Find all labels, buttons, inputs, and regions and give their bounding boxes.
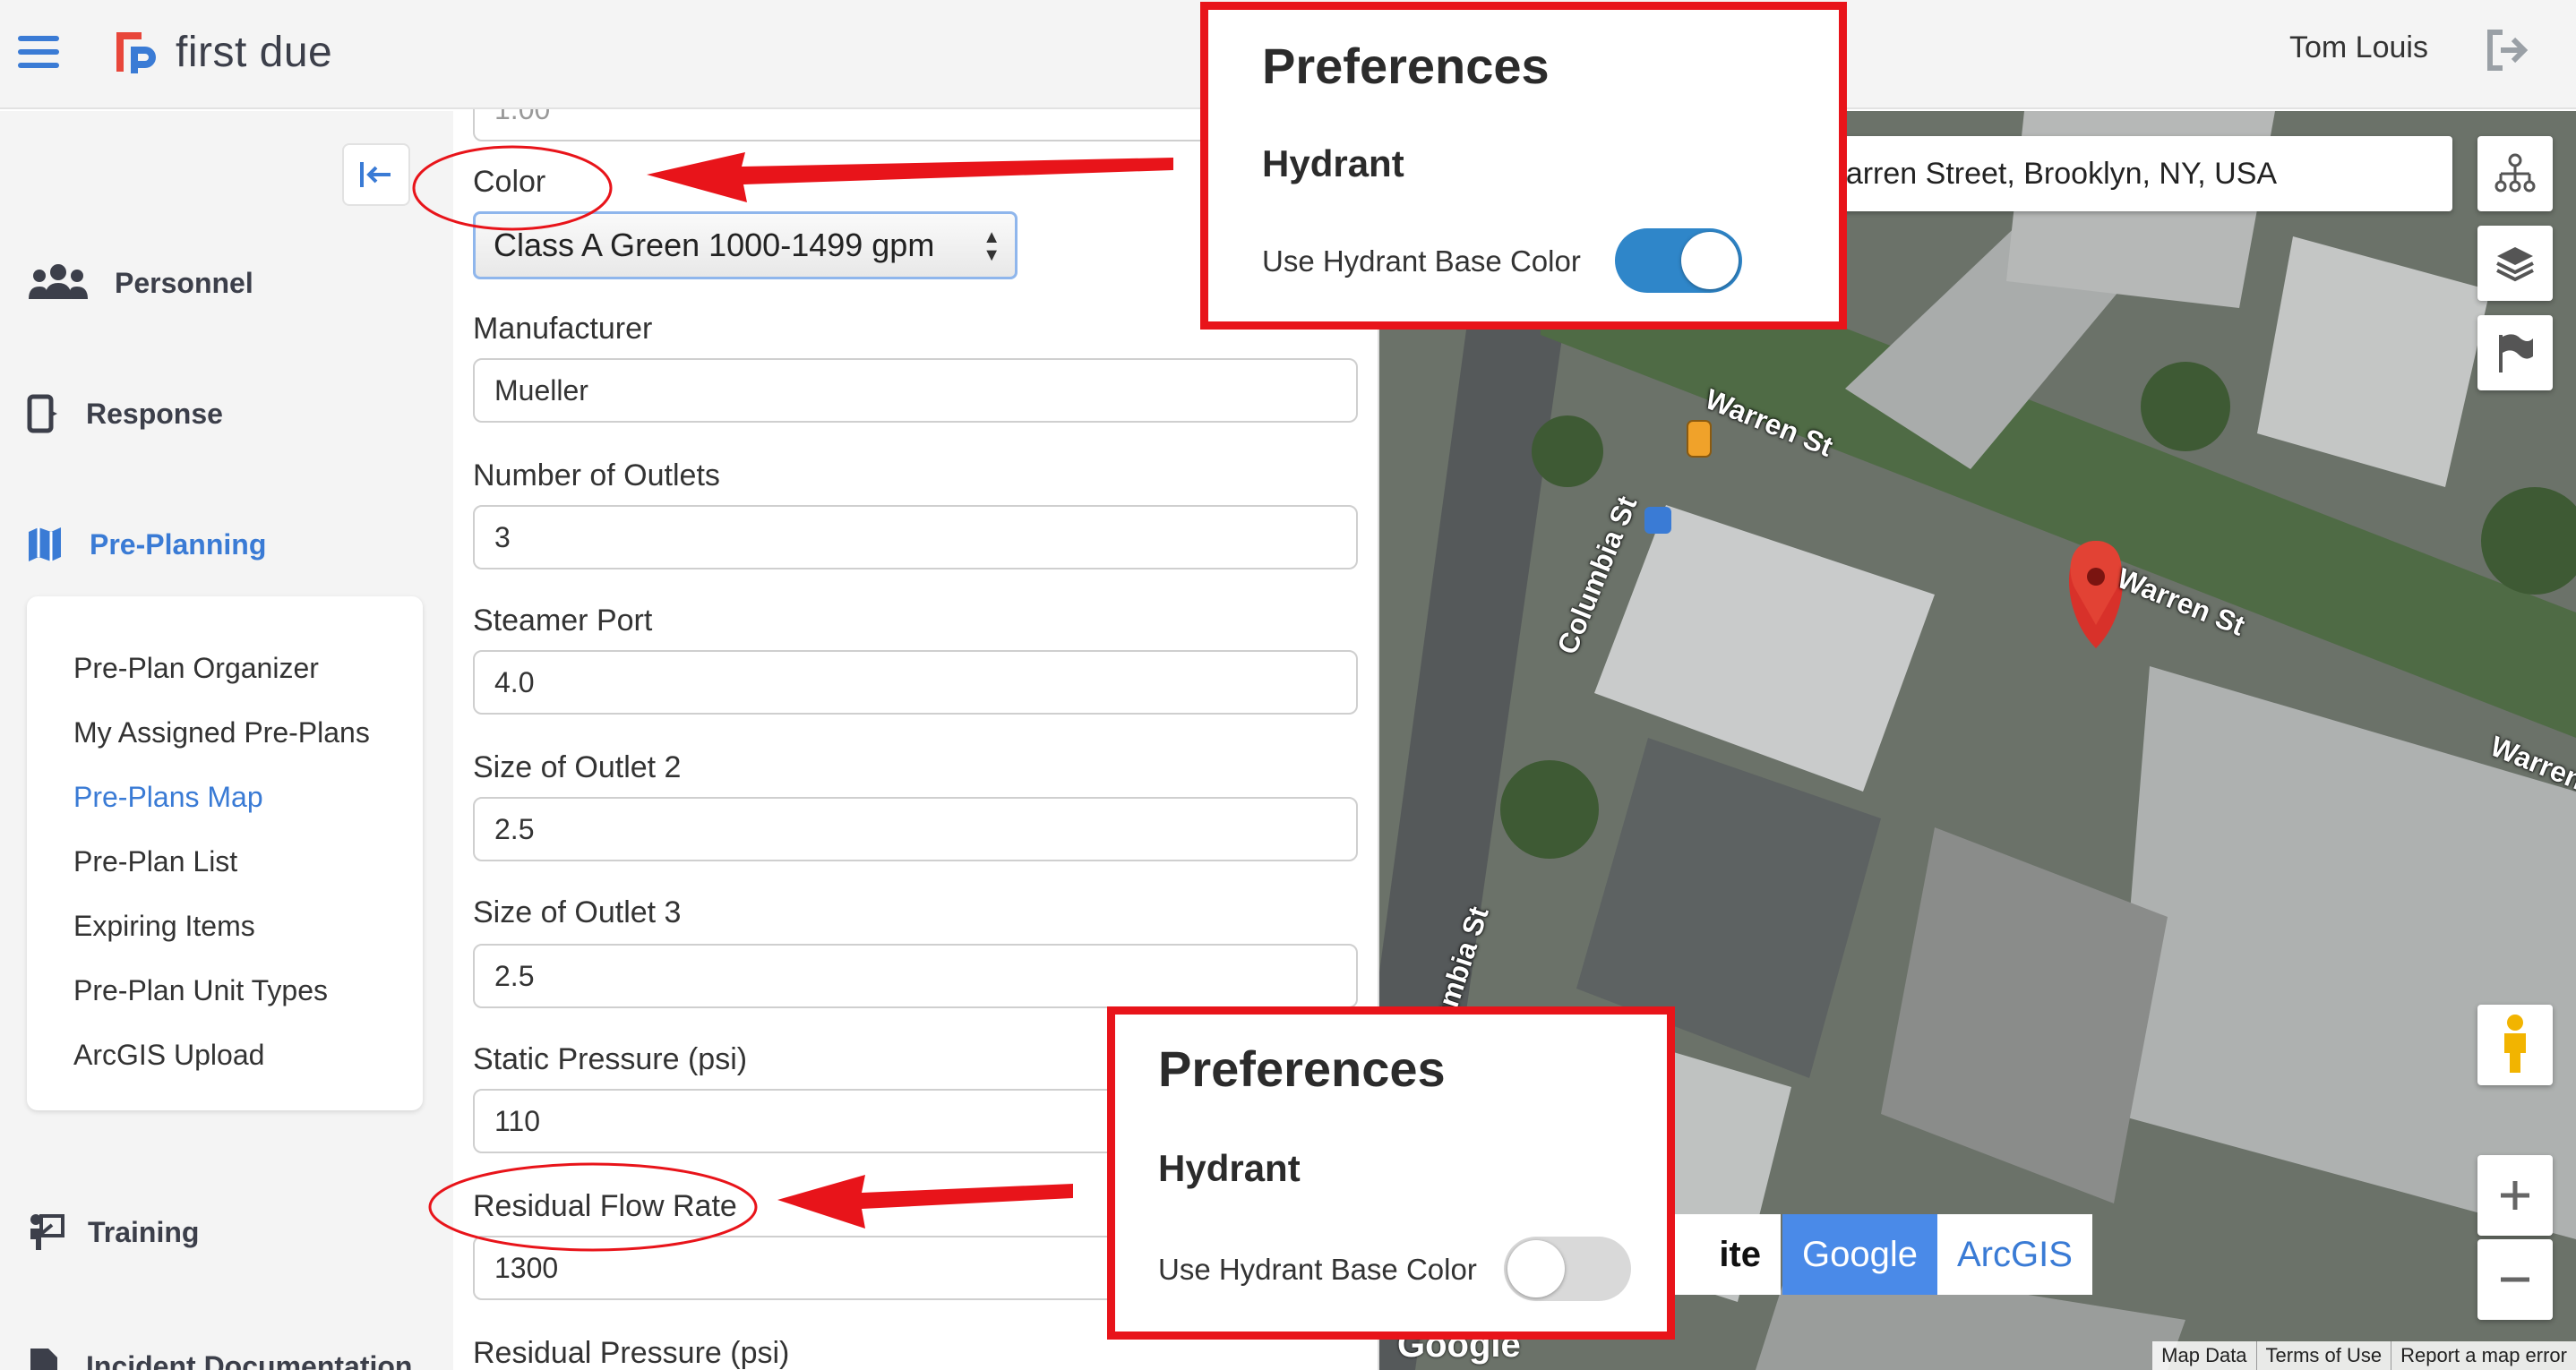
collapse-sidebar-button[interactable] [342, 143, 410, 206]
submenu-pre-plan-list[interactable]: Pre-Plan List [73, 845, 237, 878]
minus-icon [2501, 1277, 2529, 1282]
outlet-2-label: Size of Outlet 2 [473, 750, 682, 784]
pre-planning-submenu: Pre-Plan Organizer My Assigned Pre-Plans… [27, 596, 423, 1110]
first-due-logo-icon [116, 32, 156, 73]
people-icon [29, 264, 88, 299]
layers-button[interactable] [2477, 226, 2553, 301]
plus-icon [2501, 1181, 2529, 1210]
user-name[interactable]: Tom Louis [2289, 30, 2428, 65]
nav-personnel[interactable]: Personnel [27, 263, 253, 303]
submenu-pre-plan-organizer[interactable]: Pre-Plan Organizer [73, 652, 319, 685]
flag-button[interactable] [2477, 315, 2553, 390]
source-option-arcgis[interactable]: ArcGIS [1936, 1214, 2092, 1295]
nav-label: Training [88, 1215, 200, 1248]
map-search-input[interactable]: Warren Street, Brooklyn, NY, USA [1809, 136, 2452, 211]
nav-label: Incident Documentation [86, 1349, 413, 1370]
map-data-link[interactable]: Map Data [2151, 1341, 2255, 1370]
toggle-knob [1507, 1240, 1565, 1297]
collapse-left-icon [360, 162, 391, 187]
layers-icon [2496, 247, 2534, 282]
hydrant-base-color-label: Use Hydrant Base Color [1262, 244, 1581, 278]
outlet-2-input[interactable]: 2.5 [473, 797, 1358, 861]
manufacturer-input[interactable]: Mueller [473, 358, 1358, 423]
hydrant-base-color-toggle-on[interactable] [1615, 228, 1742, 293]
submenu-expiring-items[interactable]: Expiring Items [73, 910, 255, 943]
map-footer: Map Data Terms of Use Report a map error [2151, 1341, 2576, 1370]
residual-flow-label: Residual Flow Rate [473, 1189, 737, 1223]
steamer-port-input[interactable]: 4.0 [473, 650, 1358, 715]
submenu-pre-plan-unit-types[interactable]: Pre-Plan Unit Types [73, 974, 328, 1007]
source-option-google[interactable]: Google [1782, 1214, 1937, 1295]
hydrant-base-color-label: Use Hydrant Base Color [1158, 1253, 1477, 1286]
zoom-in-button[interactable] [2477, 1155, 2553, 1236]
nav-training[interactable]: Training [27, 1212, 199, 1252]
submenu-pre-plans-map[interactable]: Pre-Plans Map [73, 781, 263, 814]
street-view-button[interactable] [2477, 1005, 2553, 1085]
map-source-toggle: Google ArcGIS [1782, 1214, 2092, 1295]
zoom-out-button[interactable] [2477, 1239, 2553, 1320]
hydrant-base-color-toggle-off[interactable] [1504, 1237, 1631, 1301]
logout-icon[interactable] [2483, 27, 2529, 78]
steamer-port-label: Steamer Port [473, 604, 653, 638]
report-map-error-link[interactable]: Report a map error [2391, 1341, 2576, 1370]
outlet-3-input[interactable]: 2.5 [473, 944, 1358, 1008]
nav-label: Response [86, 397, 223, 430]
preferences-callout-on: Preferences Hydrant Use Hydrant Base Col… [1200, 2, 1847, 330]
submenu-my-assigned-pre-plans[interactable]: My Assigned Pre-Plans [73, 716, 370, 749]
preferences-title: Preferences [1262, 38, 1550, 94]
color-select[interactable]: Class A Green 1000-1499 gpm ▲ ▼ [473, 211, 1018, 279]
toggle-knob [1681, 232, 1739, 289]
map-icon [29, 527, 61, 561]
color-select-value: Class A Green 1000-1499 gpm [494, 227, 935, 263]
hierarchy-button[interactable] [2477, 136, 2553, 211]
static-pressure-label: Static Pressure (psi) [473, 1042, 748, 1076]
nav-label: Personnel [115, 266, 253, 299]
select-arrows-icon: ▲ ▼ [983, 227, 1000, 265]
preferences-title: Preferences [1158, 1040, 1446, 1097]
hydrant-section-title: Hydrant [1262, 142, 1404, 184]
nav-incident-documentation[interactable]: Incident Documentation [27, 1347, 412, 1370]
training-icon [30, 1214, 64, 1250]
document-icon [30, 1349, 57, 1370]
hydrant-section-title: Hydrant [1158, 1147, 1301, 1189]
manufacturer-label: Manufacturer [473, 312, 653, 346]
outlets-label: Number of Outlets [473, 458, 720, 492]
outlet-3-label: Size of Outlet 3 [473, 895, 682, 929]
response-device-icon [27, 394, 57, 433]
sidebar: Personnel Response Pre-Planning Pre-Plan… [0, 111, 453, 1370]
submenu-arcgis-upload[interactable]: ArcGIS Upload [73, 1039, 264, 1072]
nav-response[interactable]: Response [27, 394, 223, 433]
logo-text: first due [176, 28, 333, 76]
color-label: Color [473, 165, 546, 199]
preferences-callout-off: Preferences Hydrant Use Hydrant Base Col… [1107, 1006, 1675, 1340]
hamburger-menu-icon[interactable] [18, 36, 59, 68]
terms-of-use-link[interactable]: Terms of Use [2255, 1341, 2391, 1370]
residual-pressure-label: Residual Pressure (psi) [473, 1336, 790, 1370]
hierarchy-icon [2494, 153, 2536, 193]
flag-icon [2499, 334, 2533, 372]
nav-pre-planning[interactable]: Pre-Planning [27, 525, 266, 564]
pegman-icon [2504, 1015, 2526, 1073]
nav-label: Pre-Planning [90, 527, 267, 561]
outlets-input[interactable]: 3 [473, 505, 1358, 569]
app-logo[interactable]: first due [111, 27, 332, 77]
